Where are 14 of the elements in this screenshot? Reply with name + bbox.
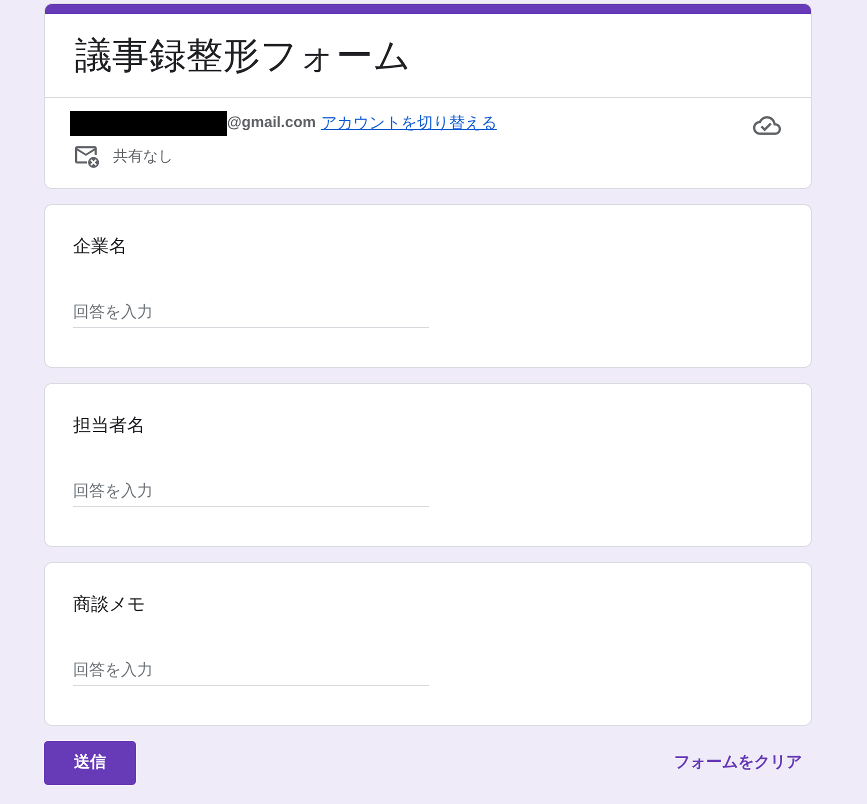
clear-form-button[interactable]: フォームをクリア <box>674 751 802 775</box>
answer-input[interactable]: 回答を入力 <box>73 298 429 328</box>
question-label: 企業名 <box>73 235 128 258</box>
account-email: @gmail.com <box>227 113 316 134</box>
sharing-status: 共有なし <box>113 146 173 167</box>
submit-button[interactable]: 送信 <box>44 741 136 785</box>
cloud-check-icon <box>753 116 781 135</box>
switch-account-link[interactable]: アカウントを切り替える <box>320 112 497 136</box>
question-label: 担当者名 <box>73 414 146 437</box>
answer-input[interactable]: 回答を入力 <box>73 656 429 686</box>
envelope-x-icon <box>75 146 99 168</box>
form-title: 議事録整形フォーム <box>75 34 411 78</box>
answer-input[interactable]: 回答を入力 <box>73 477 429 507</box>
question-label: 商談メモ <box>73 593 146 616</box>
